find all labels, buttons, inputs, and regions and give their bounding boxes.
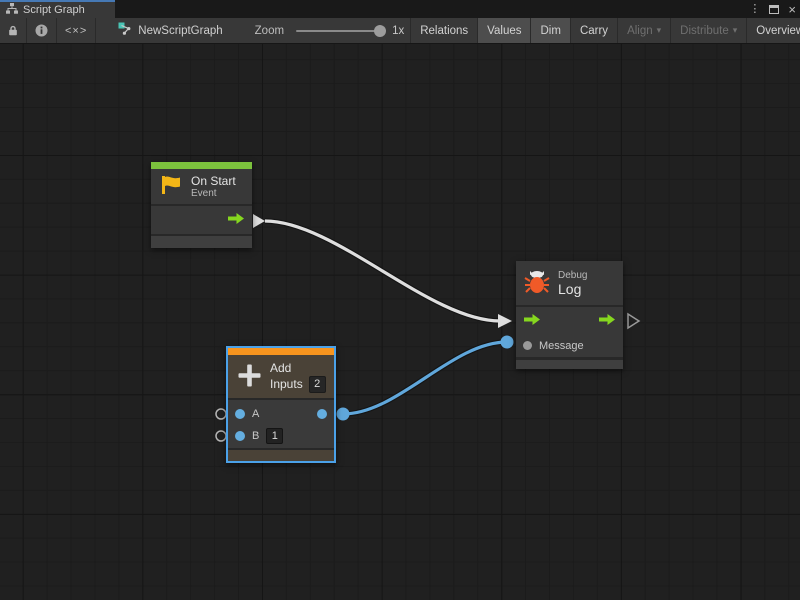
- node-on-start[interactable]: On Start Event: [151, 162, 252, 248]
- node-title: On Start: [191, 174, 236, 188]
- graph-name-label: NewScriptGraph: [138, 25, 222, 37]
- wires-layer: [0, 44, 800, 600]
- input-b-port[interactable]: [235, 431, 245, 441]
- sum-output-port[interactable]: [317, 409, 327, 419]
- port-label: Message: [539, 340, 584, 352]
- zoom-label: Zoom: [255, 25, 284, 37]
- graph-asset-breadcrumb[interactable]: NewScriptGraph: [118, 18, 222, 43]
- chevron-down-icon: ▾: [657, 26, 662, 35]
- title-bar: Script Graph ⋮ ×: [0, 0, 800, 18]
- wire-end-arrow-icon: [498, 314, 512, 328]
- node-add[interactable]: Add Inputs 2 A B 1: [226, 346, 336, 463]
- info-icon: [35, 24, 48, 37]
- unconnected-input-b-icon[interactable]: [216, 431, 226, 441]
- wire-add-to-message[interactable]: [343, 342, 507, 414]
- input-b-value-field[interactable]: 1: [266, 428, 283, 444]
- close-icon[interactable]: ×: [788, 3, 796, 16]
- script-graph-window: Script Graph ⋮ × <×>: [0, 0, 800, 600]
- values-button[interactable]: Values: [477, 18, 530, 43]
- node-footer: [151, 236, 252, 248]
- node-title: Log: [558, 281, 587, 297]
- tab-label: Script Graph: [23, 4, 85, 16]
- graph-hierarchy-icon: [6, 3, 18, 17]
- relations-button[interactable]: Relations: [410, 18, 477, 43]
- graph-toolbar: <×> NewScriptGraph Zoom 1x Relations: [0, 18, 800, 44]
- exec-input-port[interactable]: [523, 313, 541, 329]
- wire-endpoint-dot: [501, 336, 514, 349]
- zoom-value: 1x: [392, 25, 404, 37]
- exec-output-port[interactable]: [227, 212, 245, 228]
- port-label: B: [252, 430, 259, 442]
- lock-icon: [8, 24, 18, 37]
- unconnected-exec-output-icon[interactable]: [628, 314, 639, 328]
- info-button[interactable]: [27, 18, 57, 43]
- wire-start-arrow-icon: [253, 214, 265, 228]
- node-title: Add: [270, 361, 326, 375]
- edit-source-button[interactable]: <×>: [57, 18, 96, 43]
- distribute-dropdown[interactable]: Distribute ▾: [670, 18, 746, 43]
- node-footer: [228, 450, 334, 461]
- lock-button[interactable]: [0, 18, 27, 43]
- overview-button[interactable]: Overview: [746, 18, 800, 43]
- zoom-slider[interactable]: [296, 30, 384, 32]
- math-color-bar: [228, 348, 334, 355]
- message-input-port[interactable]: [523, 341, 532, 350]
- node-debug-log[interactable]: Debug Log Message: [516, 261, 623, 369]
- flag-icon: [159, 174, 183, 199]
- exec-output-port[interactable]: [598, 313, 616, 329]
- align-dropdown[interactable]: Align ▾: [617, 18, 670, 43]
- dim-button[interactable]: Dim: [530, 18, 569, 43]
- script-graph-asset-icon: [118, 22, 132, 39]
- plus-icon: [237, 363, 262, 391]
- wire-onstart-to-log[interactable]: [265, 221, 500, 321]
- carry-button[interactable]: Carry: [570, 18, 617, 43]
- zoom-slider-knob[interactable]: [374, 25, 386, 37]
- graph-canvas[interactable]: On Start Event: [0, 44, 800, 600]
- port-label: A: [252, 408, 259, 420]
- inputs-count-field[interactable]: 2: [309, 376, 326, 393]
- maximize-icon[interactable]: [769, 5, 779, 14]
- unconnected-input-a-icon[interactable]: [216, 409, 226, 419]
- wire-endpoint-dot: [337, 408, 350, 421]
- inputs-label: Inputs: [270, 377, 303, 391]
- node-footer: [516, 360, 623, 369]
- input-a-port[interactable]: [235, 409, 245, 419]
- node-category: Debug: [558, 270, 587, 281]
- node-subtitle: Event: [191, 188, 236, 199]
- bug-icon: [524, 269, 550, 297]
- tab-script-graph[interactable]: Script Graph: [0, 0, 115, 18]
- chevron-down-icon: ▾: [733, 26, 738, 35]
- window-menu-icon[interactable]: ⋮: [749, 4, 760, 15]
- event-color-bar: [151, 162, 252, 169]
- code-icon: <×>: [65, 25, 87, 37]
